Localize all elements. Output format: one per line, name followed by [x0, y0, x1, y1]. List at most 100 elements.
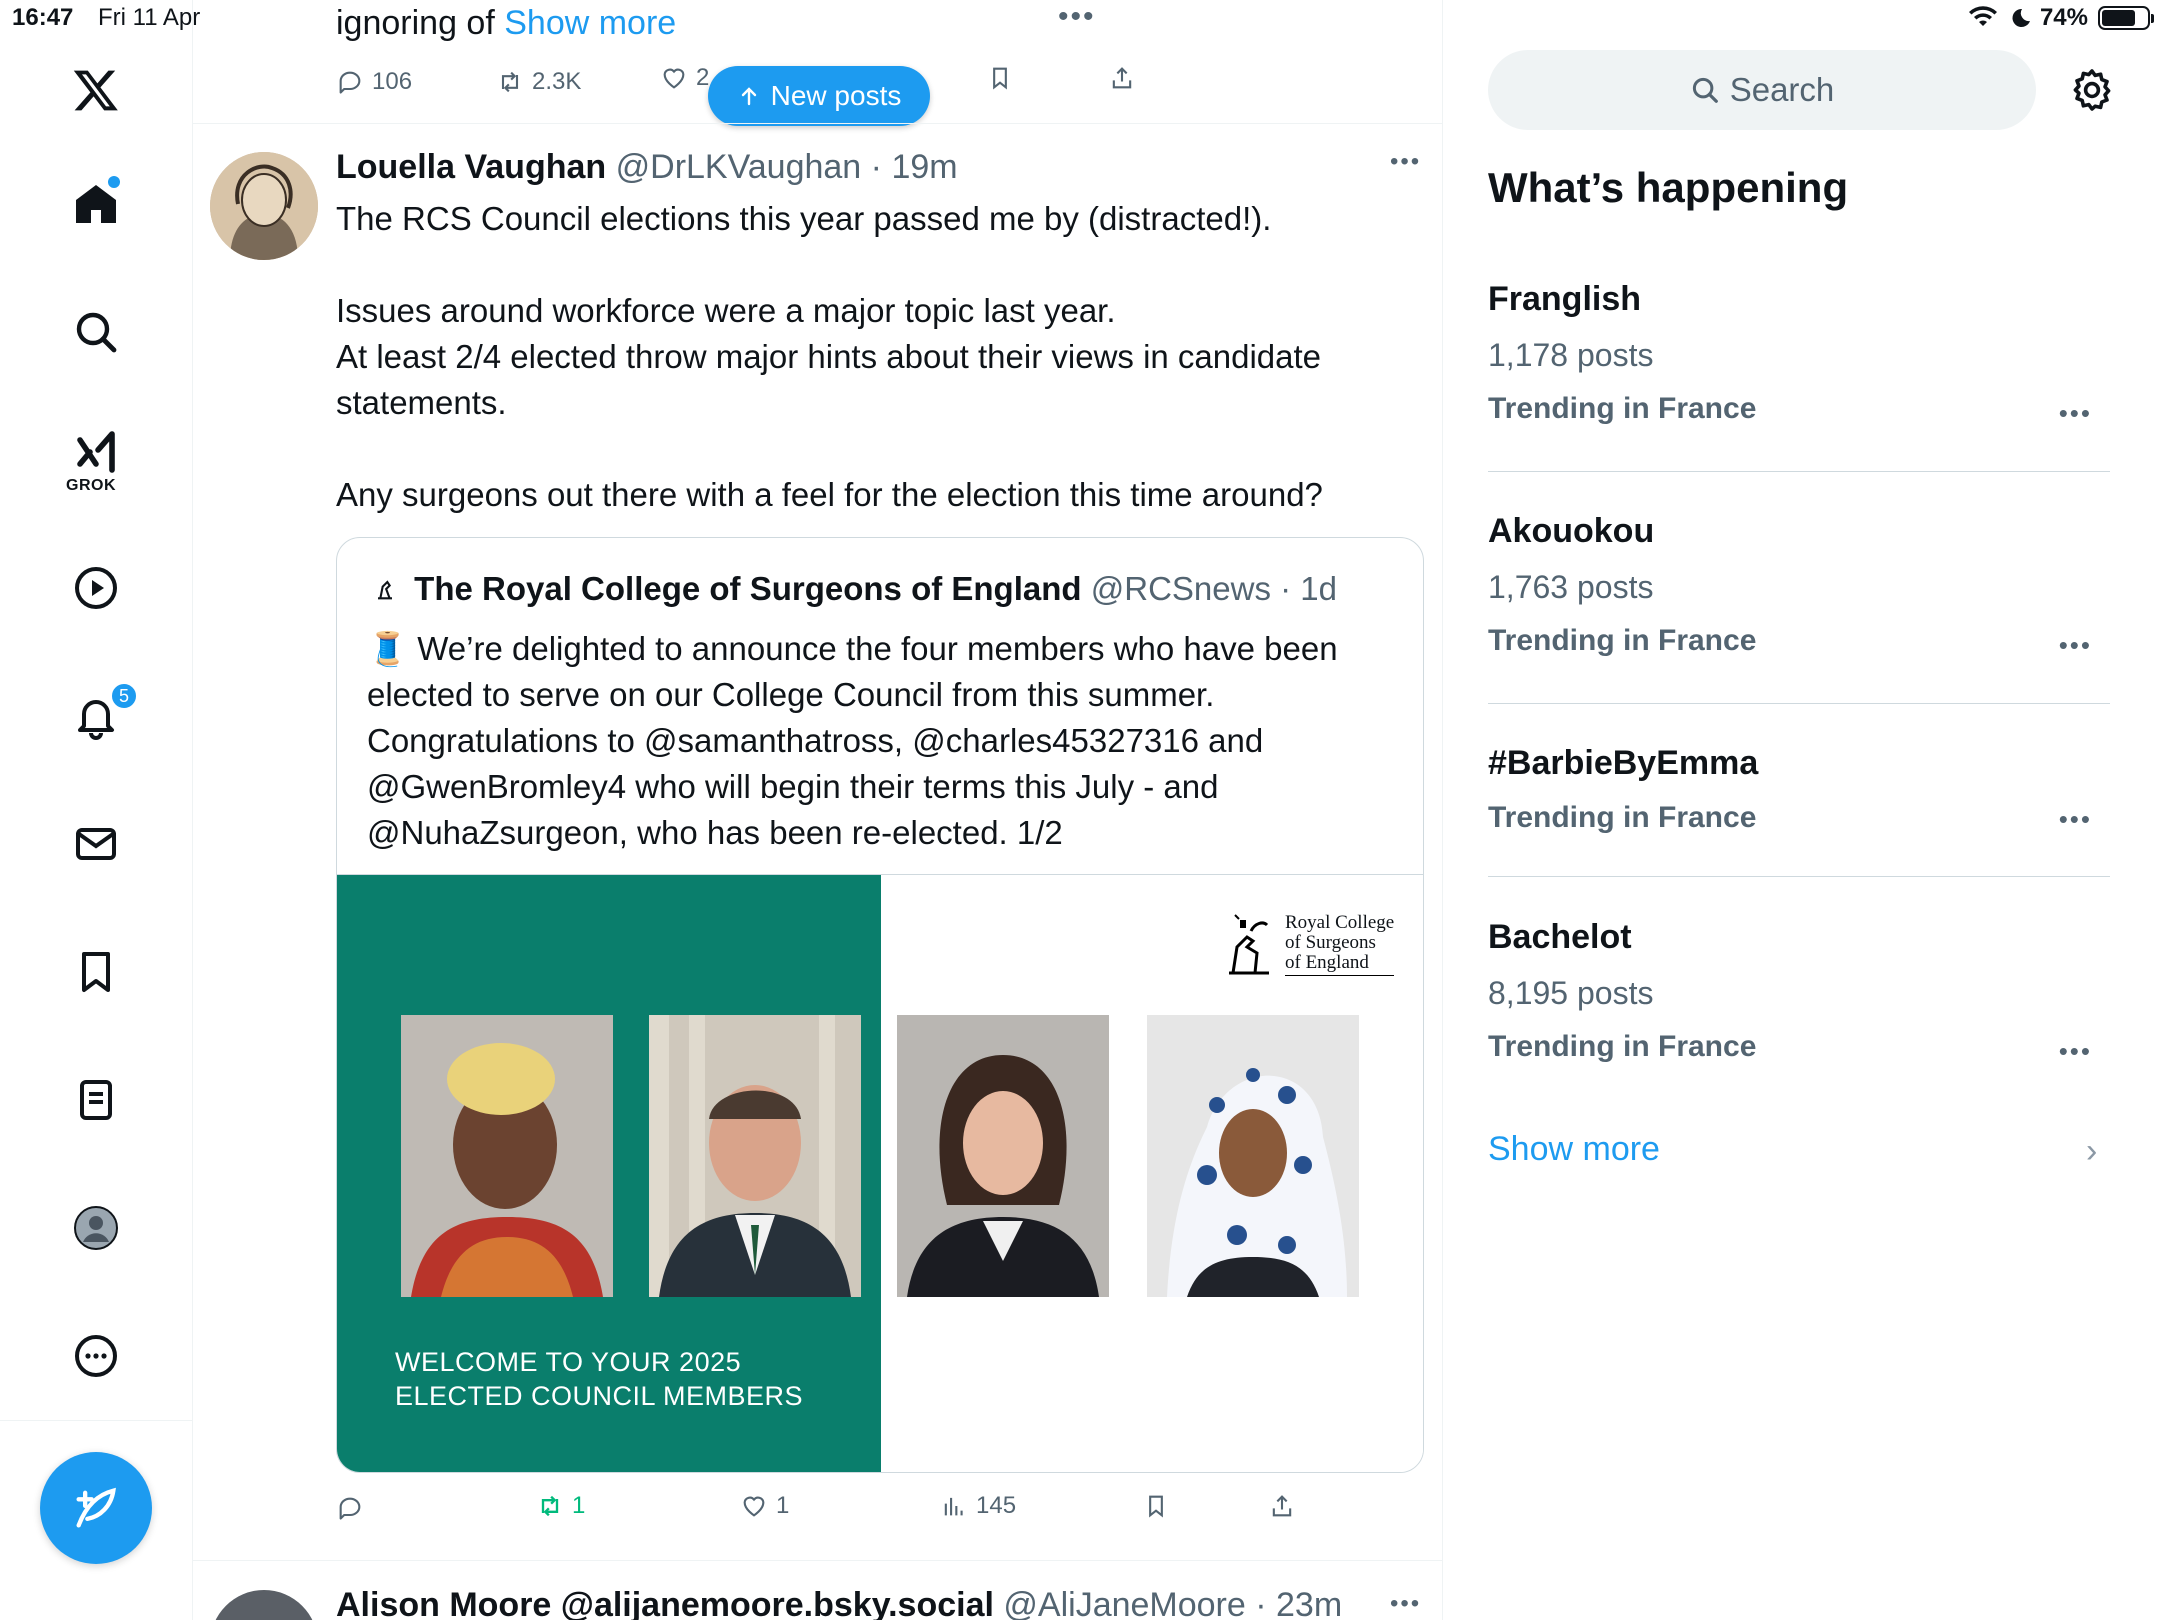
- video-icon[interactable]: [70, 562, 122, 614]
- battery-icon: [2098, 6, 2154, 30]
- author-name[interactable]: Louella Vaughan: [336, 148, 606, 186]
- trend-more-icon[interactable]: •••: [2059, 1036, 2092, 1067]
- prev-post-share[interactable]: [1108, 64, 1136, 92]
- settings-gear-icon[interactable]: [2068, 66, 2116, 114]
- repost-icon: [541, 1495, 559, 1517]
- quote-time: 1d: [1300, 570, 1337, 607]
- trend-item[interactable]: #BarbieByEmma Trending in France •••: [1488, 744, 2110, 835]
- trend-location: Trending in France: [1488, 1030, 1757, 1063]
- prev-post-show-more[interactable]: Show more: [504, 4, 676, 42]
- sidebar: GROK 5: [0, 0, 193, 1620]
- member-photo: [401, 1015, 613, 1297]
- prev-post-more-icon[interactable]: •••: [1058, 0, 1096, 34]
- trend-item[interactable]: Franglish 1,178 posts Trending in France…: [1488, 280, 2110, 429]
- image-caption-line: WELCOME TO YOUR 2025: [395, 1347, 742, 1377]
- rcs-crest-icon: [1229, 914, 1269, 975]
- prev-post-reply[interactable]: 106: [336, 68, 412, 96]
- bookmarks-icon[interactable]: [70, 946, 122, 998]
- lists-icon[interactable]: [70, 1074, 122, 1126]
- prev-post-repost[interactable]: 2.3K: [496, 68, 581, 96]
- search-icon: [1692, 77, 1718, 103]
- arrow-up-icon: [741, 87, 756, 106]
- next-post-header: Alison Moore @alijanemoore.bsky.social @…: [336, 1586, 1342, 1620]
- post-reply[interactable]: [336, 1494, 372, 1522]
- quoted-post[interactable]: The Royal College of Surgeons of England…: [336, 537, 1424, 1473]
- new-posts-label: New posts: [770, 80, 902, 111]
- member-photo: [897, 1015, 1109, 1297]
- prev-post-like[interactable]: 2: [660, 64, 709, 92]
- quote-image[interactable]: WELCOME TO YOUR 2025 ELECTED COUNCIL MEM…: [337, 874, 1423, 1472]
- post-repost[interactable]: 1: [536, 1492, 585, 1520]
- trend-count: 1,178 posts: [1488, 337, 1654, 373]
- search-nav-icon[interactable]: [70, 306, 122, 358]
- trend-location: Trending in France: [1488, 392, 1757, 425]
- post-divider: [193, 1560, 1443, 1561]
- share-icon: [1272, 1495, 1292, 1517]
- trend-more-icon[interactable]: •••: [2059, 398, 2092, 429]
- home-unread-dot: [108, 176, 120, 188]
- profile-icon[interactable]: [70, 1202, 122, 1254]
- trends-show-more[interactable]: Show more: [1488, 1130, 1660, 1169]
- messages-icon[interactable]: [70, 818, 122, 870]
- author-handle[interactable]: @DrLKVaughan: [616, 148, 862, 186]
- grok-label: GROK: [66, 477, 116, 494]
- post-more-icon[interactable]: •••: [1390, 148, 1421, 176]
- like-icon: [663, 68, 685, 89]
- trend-location: Trending in France: [1488, 624, 1757, 657]
- new-posts-button[interactable]: New posts: [708, 66, 930, 126]
- post-repost-count: 1: [572, 1492, 586, 1519]
- post-paragraph: The RCS Council elections this year pass…: [336, 200, 1272, 237]
- trend-divider: [1488, 703, 2110, 704]
- like-icon: [743, 1496, 765, 1517]
- reply-icon: [339, 1497, 361, 1520]
- trend-item[interactable]: Akouokou 1,763 posts Trending in France …: [1488, 512, 2110, 661]
- chevron-right-icon[interactable]: ›: [2086, 1132, 2097, 1171]
- trend-name: Franglish: [1488, 280, 1642, 318]
- quote-handle: @RCSnews: [1090, 570, 1271, 607]
- compose-button[interactable]: [40, 1452, 152, 1564]
- prev-post-bookmark[interactable]: [986, 64, 1014, 92]
- post-like[interactable]: 1: [740, 1492, 789, 1520]
- logo-text-line: of England: [1285, 951, 1369, 973]
- post-header: Louella Vaughan @DrLKVaughan · 19m: [336, 148, 958, 186]
- next-author-handle[interactable]: @AliJaneMoore: [1003, 1586, 1245, 1620]
- post-bookmark[interactable]: [1142, 1492, 1170, 1520]
- prev-post-reply-count: 106: [372, 68, 413, 95]
- more-options-icon[interactable]: [70, 1330, 122, 1382]
- trend-more-icon[interactable]: •••: [2059, 804, 2092, 835]
- trend-item[interactable]: Bachelot 8,195 posts Trending in France …: [1488, 918, 2110, 1067]
- post-views[interactable]: 145: [940, 1492, 1016, 1520]
- grok-icon[interactable]: [70, 426, 122, 478]
- logo-text-line: Royal College: [1285, 911, 1395, 933]
- post-view-count: 145: [976, 1492, 1017, 1519]
- notifications-icon[interactable]: 5: [70, 682, 138, 742]
- whats-happening-title: What’s happening: [1488, 164, 1849, 211]
- bookmark-icon: [1149, 1495, 1163, 1518]
- post-time[interactable]: 19m: [891, 148, 957, 186]
- trend-count: 1,763 posts: [1488, 569, 1654, 605]
- search-input[interactable]: Search: [1488, 50, 2036, 130]
- next-post-more-icon[interactable]: •••: [1390, 1590, 1421, 1618]
- author-avatar[interactable]: [210, 152, 318, 260]
- share-icon: [1112, 67, 1132, 89]
- home-icon[interactable]: [70, 176, 122, 230]
- next-post-time[interactable]: 23m: [1276, 1586, 1342, 1620]
- sidebar-divider: [0, 1420, 193, 1421]
- trend-count: 8,195 posts: [1488, 975, 1654, 1011]
- reply-icon: [339, 71, 361, 94]
- post-paragraph: Any surgeons out there with a feel for t…: [336, 476, 1323, 513]
- wifi-icon: [1968, 6, 1997, 26]
- post-share[interactable]: [1268, 1492, 1296, 1520]
- member-photo: [649, 1015, 861, 1297]
- views-icon: [944, 1497, 963, 1516]
- x-logo-icon[interactable]: [70, 64, 122, 116]
- repost-icon: [501, 71, 519, 93]
- next-author-name[interactable]: Alison Moore @alijanemoore.bsky.social: [336, 1586, 994, 1620]
- quote-text: 🧵 We’re delighted to announce the four m…: [367, 630, 1338, 851]
- trend-location: Trending in France: [1488, 801, 1757, 834]
- image-caption: WELCOME TO YOUR 2025 ELECTED COUNCIL MEM…: [395, 1345, 803, 1413]
- rcs-logo-text: Royal College of Surgeons of England: [1285, 911, 1395, 976]
- post-like-count: 1: [776, 1492, 790, 1519]
- trend-more-icon[interactable]: •••: [2059, 630, 2092, 661]
- trend-name: Akouokou: [1488, 512, 1655, 550]
